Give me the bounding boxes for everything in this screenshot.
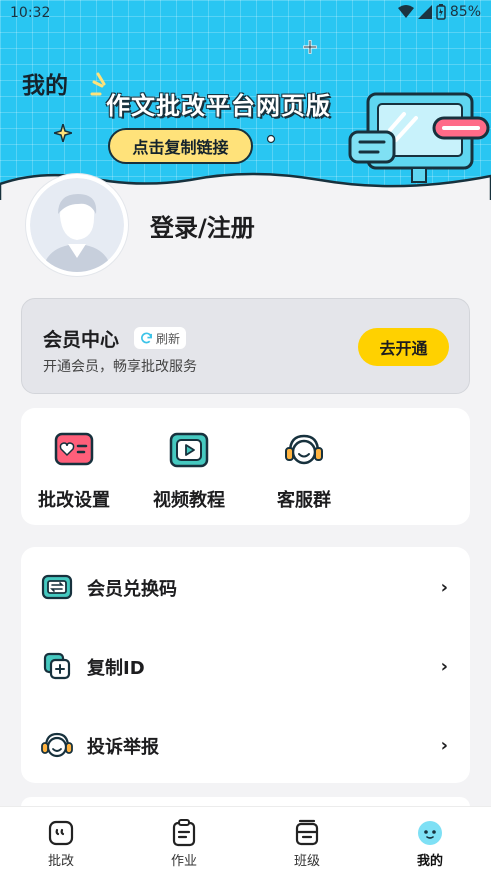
feature-label: 客服群 — [277, 490, 331, 511]
signal-icon — [417, 5, 432, 19]
page-title: 我的 — [22, 73, 68, 99]
header-banner: 10:32 85% 我的 作文批改平台网页版 点击复制链接 — [0, 0, 491, 200]
copy-icon — [43, 652, 71, 680]
battery-percent: 85% — [449, 4, 481, 20]
login-register-link[interactable]: 登录/注册 — [150, 208, 255, 243]
list-item-copy-id[interactable]: 复制ID › — [21, 626, 470, 704]
status-time: 10:32 — [10, 5, 51, 21]
member-center-card[interactable]: 会员中心 刷新 开通会员，畅享批改服务 去开通 — [21, 298, 470, 394]
refresh-icon — [141, 331, 152, 343]
headset-icon — [285, 434, 323, 465]
default-avatar-icon — [30, 178, 124, 272]
open-membership-button[interactable]: 去开通 — [358, 328, 449, 366]
face-icon — [418, 821, 442, 845]
list-item-member-redeem-code[interactable]: 会员兑换码 › — [21, 547, 470, 625]
banner-title: 作文批改平台网页版 — [106, 92, 331, 120]
video-play-icon — [169, 432, 209, 468]
member-center-subtitle: 开通会员，畅享批改服务 — [43, 359, 197, 375]
tab-label: 作业 — [170, 854, 197, 869]
plus-sparkle-icon — [303, 40, 317, 54]
avatar[interactable] — [26, 174, 128, 276]
feature-service-group[interactable]: 客服群 — [251, 408, 357, 525]
member-center-title: 会员中心 — [43, 329, 120, 351]
tab-label: 班级 — [293, 854, 320, 869]
feature-label: 批改设置 — [38, 490, 110, 511]
tab-label: 我的 — [416, 854, 443, 869]
bottom-tab-bar: 批改 作业 班级 我的 — [0, 806, 491, 873]
list-item-label: 会员兑换码 — [87, 579, 177, 600]
wifi-icon — [397, 5, 414, 18]
refresh-label: 刷新 — [156, 331, 181, 346]
dot-icon — [266, 134, 276, 144]
exchange-card-icon — [41, 574, 73, 600]
tab-homework[interactable]: 作业 — [123, 807, 245, 873]
list-item-label: 复制ID — [87, 658, 145, 679]
headset-icon — [41, 732, 73, 758]
status-right: 85% — [397, 4, 481, 20]
tab-class[interactable]: 班级 — [246, 807, 368, 873]
clipboard-icon — [172, 819, 196, 847]
list-item-label: 投诉举报 — [87, 737, 159, 758]
feature-label: 视频教程 — [153, 490, 225, 511]
battery-icon — [436, 4, 446, 20]
class-box-icon — [295, 819, 319, 846]
tab-label: 批改 — [47, 854, 74, 869]
feature-correction-settings[interactable]: 批改设置 — [21, 408, 127, 525]
chevron-right-icon: › — [440, 577, 448, 598]
heart-card-icon — [54, 432, 94, 466]
star-icon — [54, 124, 72, 142]
tab-mine[interactable]: 我的 — [369, 807, 491, 873]
list-item-complaint-report[interactable]: 投诉举报 › — [21, 705, 470, 783]
tab-correction[interactable]: 批改 — [0, 807, 122, 873]
chevron-right-icon: › — [440, 656, 448, 677]
settings-list: 会员兑换码 › 复制ID › 投诉举报 › — [21, 547, 470, 783]
chevron-right-icon: › — [440, 735, 448, 756]
refresh-button[interactable]: 刷新 — [134, 327, 187, 349]
quote-icon — [48, 820, 74, 846]
feature-video-tutorial[interactable]: 视频教程 — [136, 408, 242, 525]
feature-grid: 批改设置 视频教程 客服群 — [21, 408, 470, 525]
status-bar: 10:32 85% — [0, 0, 491, 28]
